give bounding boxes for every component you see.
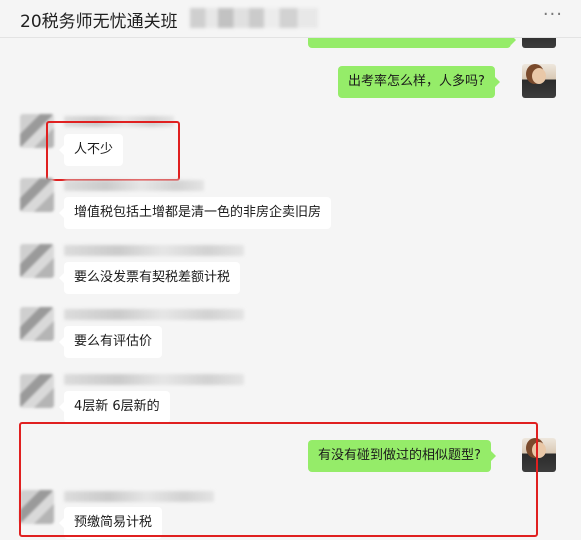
message-bubble-other[interactable]: 要么没发票有契税差额计税 [58, 262, 241, 294]
self-avatar[interactable] [522, 64, 556, 98]
highlight-box [19, 422, 538, 537]
redacted-sender-name [64, 309, 244, 320]
chat-header: 20税务师无忧通关班 ··· [0, 0, 581, 38]
sender-avatar[interactable] [20, 307, 54, 341]
highlight-box [46, 121, 180, 181]
chat-title: 20税务师无忧通关班 [20, 12, 178, 32]
sender-avatar[interactable] [20, 374, 54, 408]
message-bubble-other[interactable]: 要么有评估价 [58, 326, 163, 358]
sender-avatar[interactable] [20, 178, 54, 212]
redacted-sender-name [64, 180, 204, 191]
redacted-sender-name [64, 245, 244, 256]
sender-avatar[interactable] [20, 244, 54, 278]
redacted-title-suffix [190, 8, 318, 28]
message-bubble-other[interactable]: 4层新 6层新的 [59, 391, 170, 423]
redacted-sender-name [64, 374, 244, 385]
message-bubble-other[interactable]: 增值税包括土增都是清一色的非房企卖旧房 [58, 197, 332, 229]
more-options-icon[interactable]: ··· [543, 6, 563, 24]
message-bubble-self[interactable]: 出考率怎么样，人多吗? [338, 66, 500, 98]
